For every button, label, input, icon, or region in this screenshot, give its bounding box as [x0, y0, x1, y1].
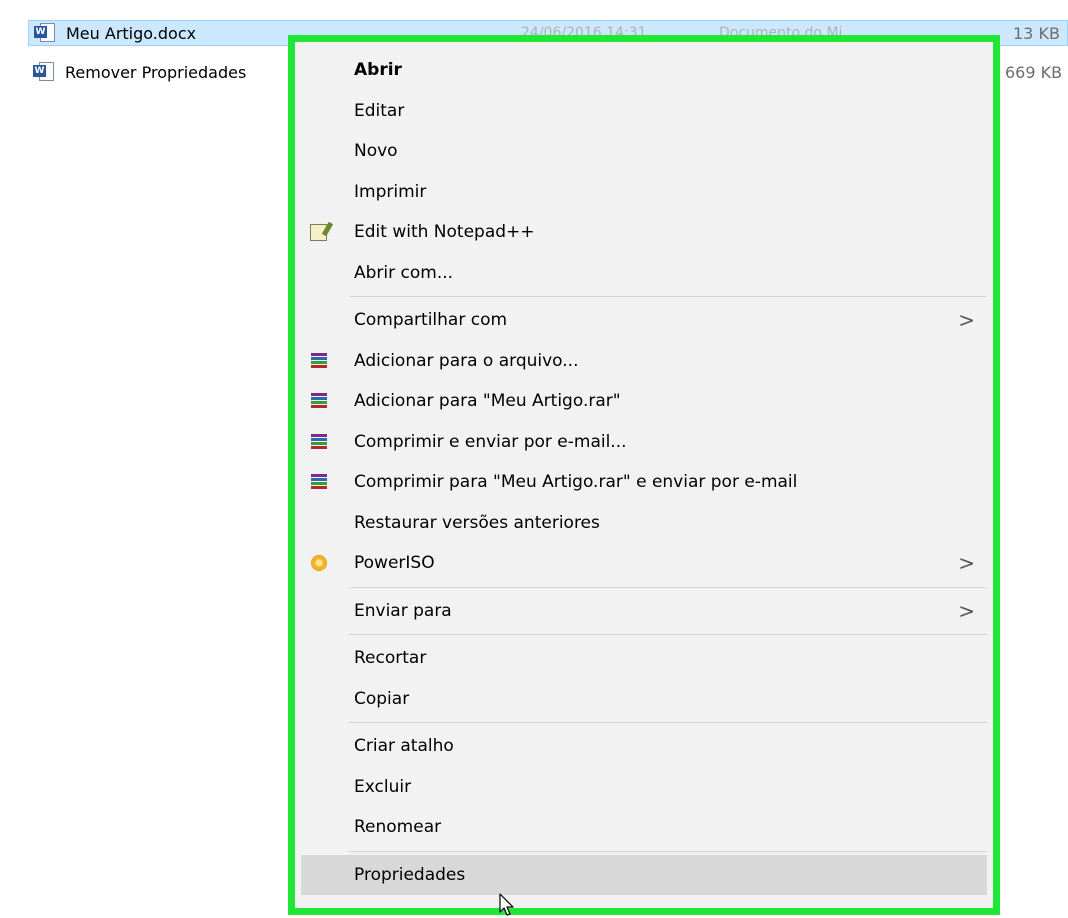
menu-item-label: Comprimir para "Meu Artigo.rar" e enviar… [354, 472, 798, 493]
menu-item-label: Abrir [354, 60, 402, 81]
menu-item-edit-with-notepad[interactable]: Edit with Notepad++ [295, 212, 993, 253]
menu-item-poweriso[interactable]: PowerISO > [295, 543, 993, 584]
menu-item-comprimir-rar-email[interactable]: Comprimir para "Meu Artigo.rar" e enviar… [295, 462, 993, 503]
menu-item-editar[interactable]: Editar [295, 91, 993, 132]
menu-item-comprimir-email[interactable]: Comprimir e enviar por e-mail... [295, 422, 993, 463]
menu-separator [349, 850, 987, 852]
poweriso-icon [311, 555, 327, 572]
menu-item-label: Copiar [354, 688, 410, 709]
menu-separator [349, 634, 987, 635]
menu-item-label: Editar [354, 100, 405, 121]
mouse-pointer-icon [499, 893, 514, 916]
menu-item-recortar[interactable]: Recortar [295, 638, 993, 679]
menu-item-label: Comprimir e enviar por e-mail... [354, 431, 627, 452]
menu-item-label: Restaurar versões anteriores [354, 512, 600, 533]
menu-separator [349, 722, 987, 723]
menu-item-excluir[interactable]: Excluir [295, 767, 993, 808]
menu-item-label: PowerISO [354, 553, 435, 574]
submenu-arrow-icon: > [958, 308, 975, 333]
menu-item-renomear[interactable]: Renomear [295, 807, 993, 848]
menu-item-abrir-com[interactable]: Abrir com... [295, 253, 993, 294]
menu-item-label: Enviar para [354, 600, 452, 621]
winrar-icon [311, 352, 327, 369]
menu-item-restaurar-versoes[interactable]: Restaurar versões anteriores [295, 503, 993, 544]
menu-item-label: Imprimir [354, 181, 427, 202]
submenu-arrow-icon: > [958, 551, 975, 576]
menu-item-compartilhar-com[interactable]: Compartilhar com > [295, 300, 993, 341]
menu-item-label: Propriedades [354, 864, 466, 885]
menu-item-label: Adicionar para "Meu Artigo.rar" [354, 391, 621, 412]
file-size: 13 KB [1013, 23, 1060, 43]
menu-separator [349, 296, 987, 297]
file-size: 669 KB [1005, 62, 1063, 82]
menu-item-abrir[interactable]: Abrir [295, 50, 993, 91]
menu-item-label: Edit with Notepad++ [354, 222, 535, 243]
file-name: Remover Propriedades [65, 62, 247, 82]
menu-item-adicionar-arquivo[interactable]: Adicionar para o arquivo... [295, 341, 993, 382]
menu-item-label: Recortar [354, 648, 427, 669]
menu-item-novo[interactable]: Novo [295, 131, 993, 172]
menu-item-label: Abrir com... [354, 262, 454, 283]
file-name: Meu Artigo.docx [66, 23, 197, 43]
menu-item-label: Renomear [354, 817, 442, 838]
menu-item-enviar-para[interactable]: Enviar para > [295, 591, 993, 632]
menu-item-copiar[interactable]: Copiar [295, 679, 993, 720]
word-document-icon: W [34, 23, 58, 43]
word-document-icon: W [33, 62, 57, 82]
menu-item-label: Compartilhar com [354, 310, 508, 331]
menu-item-imprimir[interactable]: Imprimir [295, 172, 993, 213]
context-menu: Abrir Editar Novo Imprimir Edit with Not… [288, 35, 1000, 915]
menu-separator [349, 586, 987, 588]
menu-item-propriedades[interactable]: Propriedades [301, 854, 987, 895]
menu-item-label: Novo [354, 141, 398, 162]
menu-item-adicionar-rar[interactable]: Adicionar para "Meu Artigo.rar" [295, 381, 993, 422]
menu-item-label: Criar atalho [354, 736, 454, 757]
submenu-arrow-icon: > [958, 598, 975, 623]
menu-item-label: Excluir [354, 776, 412, 797]
winrar-icon [311, 474, 327, 490]
notepad-plus-plus-icon [310, 223, 327, 241]
winrar-icon [311, 433, 327, 450]
menu-item-label: Adicionar para o arquivo... [354, 350, 579, 371]
menu-item-criar-atalho[interactable]: Criar atalho [295, 726, 993, 767]
winrar-icon [311, 393, 327, 409]
